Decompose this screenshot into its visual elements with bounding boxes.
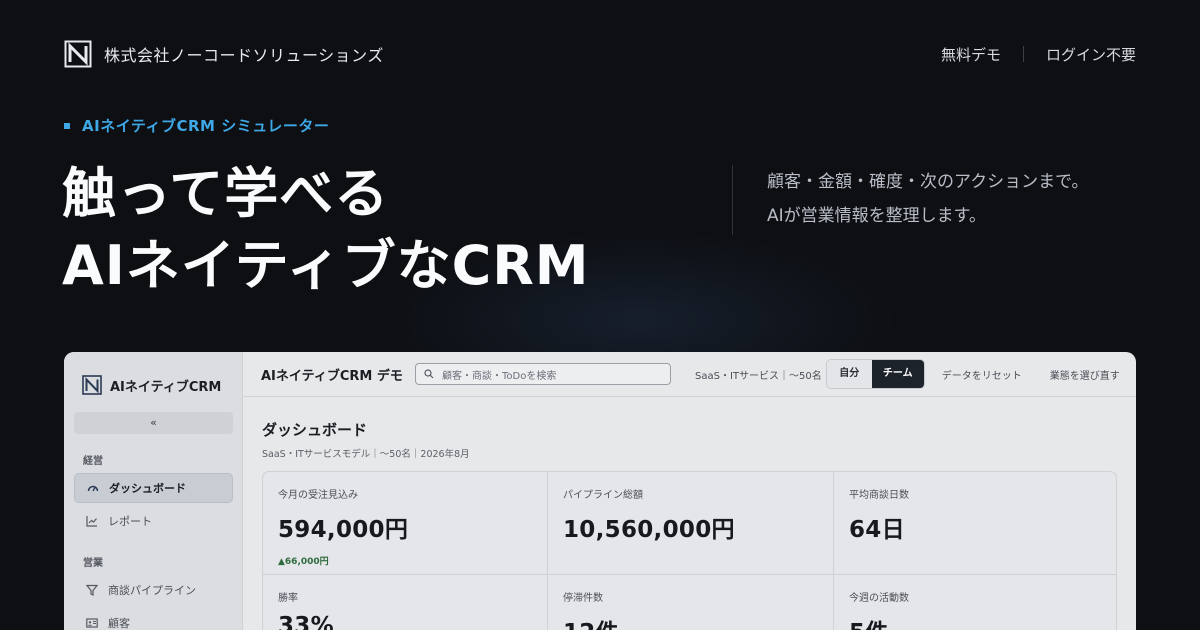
- kpi-label: 平均商談日数: [849, 490, 909, 501]
- sidebar-item-customers[interactable]: 顧客: [74, 608, 233, 630]
- sidebar-item-pipeline[interactable]: 商談パイプライン: [74, 575, 233, 605]
- kpi-value: 64日: [849, 517, 905, 543]
- contact-card-icon: [86, 617, 98, 629]
- sidebar-item-dashboard[interactable]: ダッシュボード: [74, 473, 233, 503]
- nav-divider: [1022, 46, 1024, 62]
- kpi-value: 12件: [563, 613, 833, 630]
- page-title: ダッシュボード: [262, 421, 368, 439]
- kpi-win-rate[interactable]: 勝率 33%: [263, 575, 548, 630]
- kpi-monthly-forecast[interactable]: 今月の受注見込み 594,000円 ▲66,000円: [263, 472, 548, 575]
- app-header: AIネイティブCRM デモ 顧客・商談・ToDoを検索 SaaS・ITサービス｜…: [243, 352, 1136, 397]
- hero-description-line1: 顧客・金額・確度・次のアクションまで。: [767, 172, 1089, 192]
- sidebar-item-label: レポート: [108, 515, 152, 528]
- nav-no-login[interactable]: ログイン不要: [1046, 44, 1136, 65]
- hero-title-line2: AIネイティブなCRM: [62, 234, 590, 297]
- sidebar-item-reports[interactable]: レポート: [74, 506, 233, 536]
- kpi-value: 5件: [849, 613, 1116, 630]
- top-bar: 株式会社ノーコードソリューションズ 無料デモ ログイン不要: [64, 38, 1136, 70]
- app-sidebar: AIネイティブCRM « 経営 ダッシュボード レポート 営業 商談パイプライン: [64, 352, 243, 630]
- collapse-sidebar-button[interactable]: «: [74, 412, 233, 434]
- kpi-grid: 今月の受注見込み 594,000円 ▲66,000円 パイプライン総額 10,5…: [262, 471, 1117, 630]
- kpi-weekly-activities[interactable]: 今週の活動数 5件: [834, 575, 1116, 630]
- app-title: AIネイティブCRM デモ: [261, 368, 403, 384]
- sidebar-section-management: 経営: [83, 456, 103, 467]
- kpi-label: 今月の受注見込み: [278, 490, 358, 501]
- search-input[interactable]: 顧客・商談・ToDoを検索: [415, 363, 671, 385]
- dashboard-content: ダッシュボード SaaS・ITサービスモデル｜〜50名｜2026年8月 今月の受…: [243, 397, 1136, 630]
- company-name: 株式会社ノーコードソリューションズ: [104, 46, 384, 65]
- scope-toggle: 自分 チーム: [825, 359, 925, 389]
- kpi-avg-deal-days[interactable]: 平均商談日数 64日: [834, 472, 1116, 575]
- kpi-stalled-count[interactable]: 停滞件数 12件: [548, 575, 834, 630]
- brand[interactable]: 株式会社ノーコードソリューションズ: [64, 40, 384, 68]
- app-window: AIネイティブCRM « 経営 ダッシュボード レポート 営業 商談パイプライン: [64, 352, 1136, 630]
- toggle-self[interactable]: 自分: [826, 360, 872, 388]
- kpi-label: パイプライン総額: [563, 490, 643, 501]
- hero-title-line1: 触って学べる: [62, 162, 390, 225]
- kpi-delta: ▲66,000円: [278, 557, 329, 567]
- kicker-square-icon: [64, 122, 70, 129]
- kpi-label: 停滞件数: [563, 593, 603, 604]
- gauge-icon: [87, 482, 99, 494]
- sidebar-item-label: ダッシュボード: [109, 482, 186, 495]
- reset-data-button[interactable]: データをリセット: [942, 367, 1022, 382]
- page-subtitle: SaaS・ITサービスモデル｜〜50名｜2026年8月: [262, 449, 470, 460]
- industry-label: SaaS・ITサービス｜〜50名: [695, 370, 822, 382]
- nav-free-demo[interactable]: 無料デモ: [941, 44, 1001, 65]
- search-icon: [424, 369, 434, 379]
- app-logo-icon: [82, 375, 102, 395]
- kicker-text: AIネイティブCRM シミュレーター: [82, 117, 330, 135]
- funnel-icon: [86, 584, 98, 596]
- sidebar-item-label: 顧客: [108, 617, 130, 630]
- kpi-label: 今週の活動数: [849, 593, 909, 604]
- hero-description-line2: AIが営業情報を整理します。: [767, 206, 986, 226]
- line-chart-icon: [86, 515, 98, 527]
- top-nav: 無料デモ ログイン不要: [941, 44, 1136, 65]
- kpi-pipeline-total[interactable]: パイプライン総額 10,560,000円: [548, 472, 834, 575]
- hero-kicker: AIネイティブCRM シミュレーター: [64, 115, 329, 136]
- hero-title: 触って学べる AIネイティブなCRM: [62, 158, 590, 302]
- app-brand[interactable]: AIネイティブCRM: [64, 352, 242, 402]
- kpi-value: 33%: [278, 613, 334, 630]
- hero-description: 顧客・金額・確度・次のアクションまで。 AIが営業情報を整理します。: [732, 165, 1088, 235]
- kpi-label: 勝率: [278, 593, 298, 604]
- sidebar-section-sales: 営業: [83, 558, 103, 569]
- kpi-value: 10,560,000円: [563, 517, 735, 543]
- company-logo-icon: [64, 40, 92, 68]
- app-brand-name: AIネイティブCRM: [110, 379, 222, 395]
- sidebar-item-label: 商談パイプライン: [108, 584, 196, 597]
- kpi-value: 594,000円: [278, 517, 409, 543]
- toggle-team[interactable]: チーム: [871, 360, 924, 388]
- reselect-industry-button[interactable]: 業態を選び直す: [1050, 367, 1120, 382]
- search-placeholder: 顧客・商談・ToDoを検索: [442, 370, 557, 382]
